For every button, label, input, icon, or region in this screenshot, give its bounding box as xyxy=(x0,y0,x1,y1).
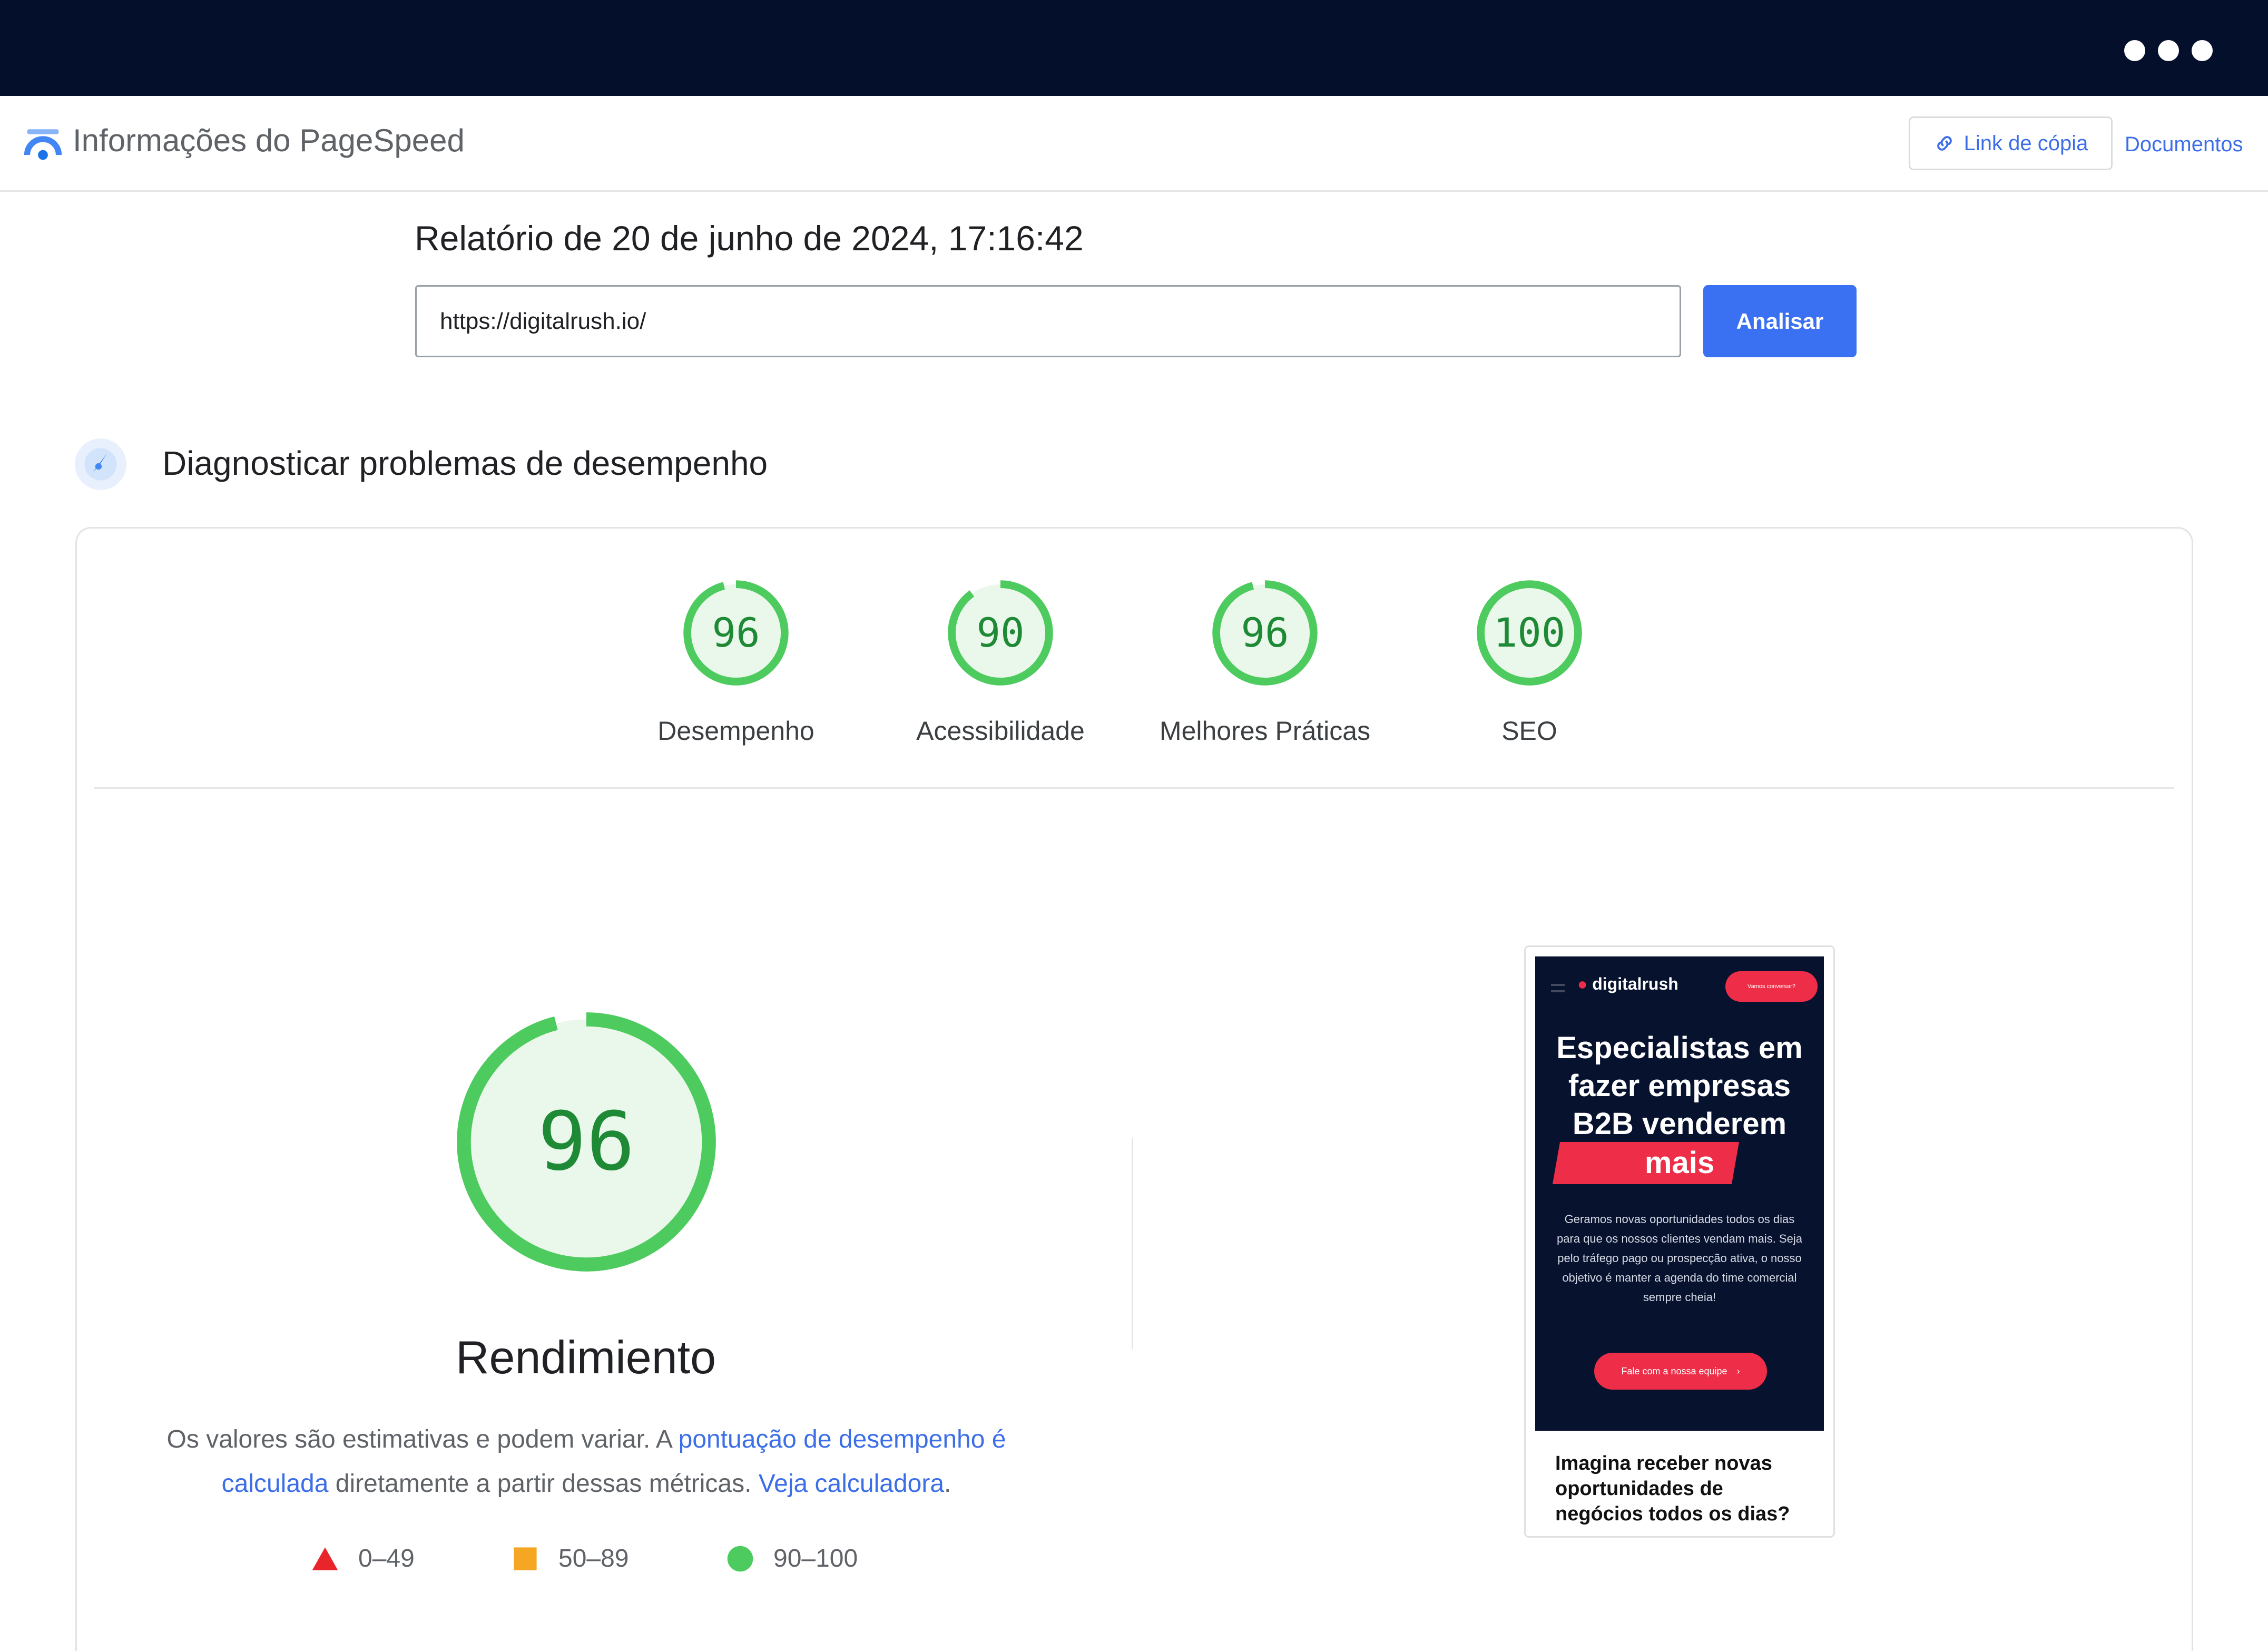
url-input[interactable] xyxy=(415,285,1681,357)
analyze-button[interactable]: Analisar xyxy=(1703,285,1857,357)
window-titlebar xyxy=(0,0,2268,96)
window-menu-dots[interactable] xyxy=(2124,40,2213,61)
score-gauge-best-practices[interactable]: 96 Melhores Práticas xyxy=(1154,578,1376,746)
legend-label: 90–100 xyxy=(773,1545,858,1572)
score-gauge-seo[interactable]: 100 SEO xyxy=(1419,578,1640,746)
link-icon xyxy=(1937,136,1952,151)
legend-item-average: 50–89 xyxy=(511,1544,629,1573)
app-header: Informações do PageSpeed Link de cópia D… xyxy=(0,96,2268,192)
copy-link-button[interactable]: Link de cópia xyxy=(1909,116,2113,170)
triangle-icon xyxy=(312,1547,338,1570)
performance-score-gauge: 96 xyxy=(457,1012,716,1272)
performance-score-value: 96 xyxy=(538,1095,635,1189)
legend-label: 0–49 xyxy=(358,1545,415,1572)
page-screenshot-thumbnail[interactable]: ● digitalrush Vamos conversar? Especiali… xyxy=(1524,945,1835,1538)
score-ring: 96 xyxy=(1212,580,1318,686)
report-date: Relatório de 20 de junho de 2024, 17:16:… xyxy=(415,219,1084,258)
dot-icon xyxy=(2158,40,2179,61)
calculator-link[interactable]: Veja calculadora xyxy=(759,1470,944,1498)
legend-label: 50–89 xyxy=(558,1545,629,1572)
pagespeed-logo-icon xyxy=(24,129,62,160)
score-value: 100 xyxy=(1494,610,1566,656)
screenshot-hero: ● digitalrush Vamos conversar? Especiali… xyxy=(1535,956,1824,1431)
screenshot-cta-button: Fale com a nossa equipe › xyxy=(1594,1353,1767,1390)
circle-icon xyxy=(727,1546,753,1571)
section-divider xyxy=(94,787,2174,789)
performance-title: Rendimiento xyxy=(456,1331,716,1383)
screenshot-headline-accent: mais xyxy=(1644,1146,1715,1180)
score-ring: 100 xyxy=(1477,580,1582,686)
square-icon xyxy=(514,1547,537,1570)
screenshot-logo: ● digitalrush xyxy=(1577,974,1678,993)
chevron-right-icon: › xyxy=(1736,1365,1740,1376)
score-gauge-performance[interactable]: 96 Desempenho xyxy=(625,578,847,746)
diagnostics-icon xyxy=(75,438,126,490)
score-value: 96 xyxy=(712,610,760,656)
score-label: SEO xyxy=(1501,716,1557,746)
desc-text: Os valores são estimativas e podem varia… xyxy=(166,1425,679,1453)
legend-item-poor: 0–49 xyxy=(311,1544,415,1573)
copy-link-label: Link de cópia xyxy=(1963,131,2088,155)
score-ring: 96 xyxy=(683,580,789,686)
screenshot-top-cta: Vamos conversar? xyxy=(1725,971,1818,1002)
cta-label: Fale com a nossa equipe xyxy=(1621,1365,1727,1376)
score-value: 96 xyxy=(1241,610,1289,656)
screenshot-caption: Imagina receber novas oportunidades de n… xyxy=(1555,1452,1790,1525)
diagnostics-title: Diagnosticar problemas de desempenho xyxy=(162,444,768,482)
score-gauge-accessibility[interactable]: 90 Acessibilidade xyxy=(890,578,1111,746)
column-divider xyxy=(1132,1138,1133,1349)
dot-icon xyxy=(2192,40,2213,61)
dot-icon xyxy=(2124,40,2145,61)
performance-description: Os valores são estimativas e podem varia… xyxy=(131,1418,1042,1506)
app-title: Informações do PageSpeed xyxy=(73,123,465,158)
desc-text: diretamente a partir dessas métricas. xyxy=(328,1470,759,1498)
logo-text: digitalrush xyxy=(1592,974,1678,993)
screenshot-headline: Especialistas em fazer empresas B2B vend… xyxy=(1556,1031,1803,1141)
screenshot-body-text: Geramos novas oportunidades todos os dia… xyxy=(1557,1213,1802,1304)
docs-link[interactable]: Documentos xyxy=(2125,133,2243,157)
legend-item-good: 90–100 xyxy=(726,1544,858,1573)
score-ring: 90 xyxy=(948,580,1053,686)
hamburger-icon xyxy=(1551,984,1565,992)
score-value: 90 xyxy=(976,610,1024,656)
score-label: Melhores Práticas xyxy=(1159,716,1371,746)
desc-text: . xyxy=(944,1470,951,1498)
score-label: Desempenho xyxy=(657,716,814,746)
score-label: Acessibilidade xyxy=(916,716,1085,746)
